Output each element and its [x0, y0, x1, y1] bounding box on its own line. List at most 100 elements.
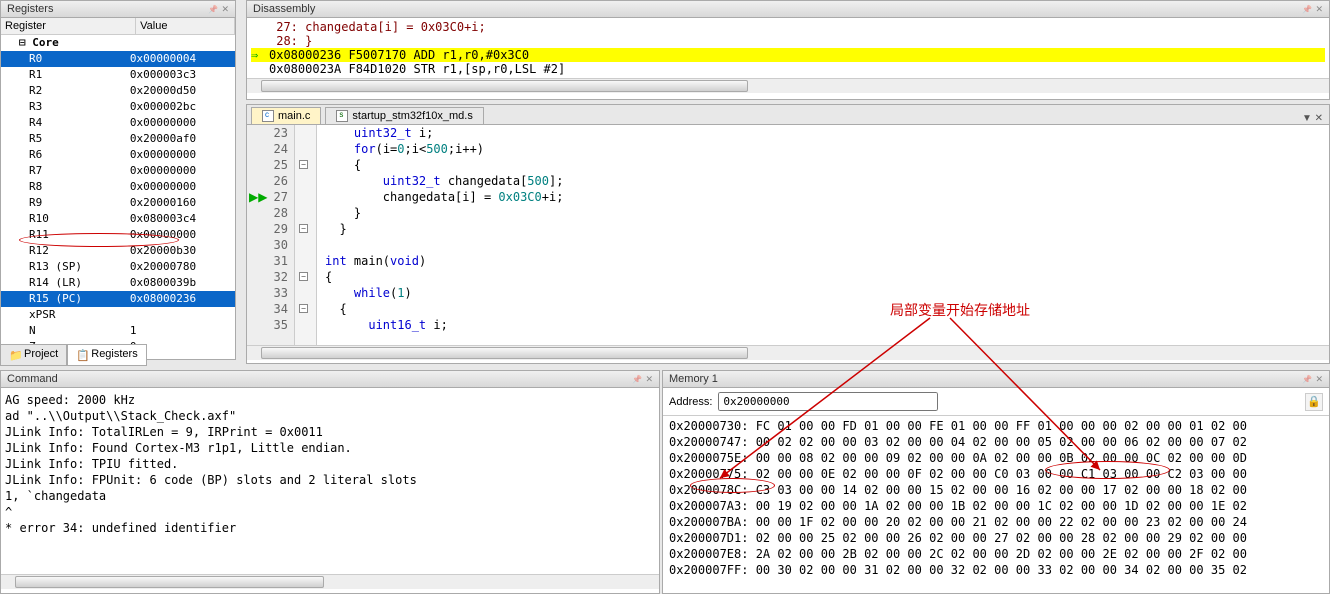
register-row[interactable]: xPSR: [1, 307, 235, 323]
line-number: 27: [247, 189, 294, 205]
command-hscroll[interactable]: [1, 574, 659, 589]
pin-icon[interactable]: [632, 373, 642, 385]
close-icon[interactable]: [1315, 373, 1323, 385]
register-group[interactable]: ⊟ Core: [1, 35, 235, 51]
disasm-line[interactable]: 27: changedata[i] = 0x03C0+i;: [251, 20, 1325, 34]
register-row[interactable]: R110x00000000: [1, 227, 235, 243]
disasm-body[interactable]: 27: changedata[i] = 0x03C0+i; 28: }⇒0x08…: [247, 18, 1329, 78]
tab-dropdown-icon[interactable]: ▼ ✕: [1296, 113, 1329, 124]
line-number-gutter: 23242526272829303132333435: [247, 125, 295, 345]
code-line[interactable]: while(1): [317, 285, 1329, 301]
line-number: 34: [247, 301, 294, 317]
code-area[interactable]: uint32_t i; for(i=0;i<500;i++) { uint32_…: [317, 125, 1329, 345]
pin-icon[interactable]: [1302, 373, 1312, 385]
fold-marker[interactable]: −: [295, 157, 316, 173]
code-line[interactable]: {: [317, 157, 1329, 173]
code-line[interactable]: int main(void): [317, 253, 1329, 269]
scrollbar-thumb[interactable]: [261, 80, 748, 92]
disasm-line[interactable]: ⇒0x08000236 F5007170 ADD r1,r0,#0x3C0: [251, 48, 1325, 62]
fold-marker[interactable]: [295, 141, 316, 157]
register-row[interactable]: R13 (SP)0x20000780: [1, 259, 235, 275]
line-number: 24: [247, 141, 294, 157]
reg-col-value[interactable]: Value: [136, 18, 235, 35]
memory-row[interactable]: 0x200007D1: 02 00 00 25 02 00 00 26 02 0…: [669, 530, 1323, 546]
scrollbar-thumb[interactable]: [261, 347, 748, 359]
register-row[interactable]: R100x080003c4: [1, 211, 235, 227]
line-number: 35: [247, 317, 294, 333]
fold-marker[interactable]: −: [295, 221, 316, 237]
tab-startup-s[interactable]: startup_stm32f10x_md.s: [325, 107, 483, 124]
code-line[interactable]: [317, 237, 1329, 253]
reg-col-register[interactable]: Register: [1, 18, 136, 35]
scrollbar-thumb[interactable]: [15, 576, 324, 588]
fold-marker[interactable]: −: [295, 301, 316, 317]
left-tabs: 📁Project 📋Registers: [0, 344, 147, 366]
fold-marker[interactable]: [295, 253, 316, 269]
pin-icon[interactable]: [208, 3, 218, 15]
tab-registers[interactable]: 📋Registers: [67, 344, 146, 366]
line-number: 23: [247, 125, 294, 141]
registers-panel: Registers Register Value ⊟ CoreR00x00000…: [0, 0, 236, 360]
close-icon[interactable]: [645, 373, 653, 385]
fold-marker[interactable]: [295, 173, 316, 189]
fold-marker[interactable]: −: [295, 269, 316, 285]
code-line[interactable]: {: [317, 301, 1329, 317]
fold-marker[interactable]: [295, 205, 316, 221]
memory-row[interactable]: 0x200007A3: 00 19 02 00 00 1A 02 00 00 1…: [669, 498, 1323, 514]
close-icon[interactable]: [221, 3, 229, 15]
code-line[interactable]: }: [317, 221, 1329, 237]
memory-row[interactable]: 0x20000775: 02 00 00 0E 02 00 00 0F 02 0…: [669, 466, 1323, 482]
fold-marker[interactable]: [295, 285, 316, 301]
memory-row[interactable]: 0x200007FF: 00 30 02 00 00 31 02 00 00 3…: [669, 562, 1323, 578]
memory-row[interactable]: 0x200007E8: 2A 02 00 00 2B 02 00 00 2C 0…: [669, 546, 1323, 562]
source-hscroll[interactable]: [247, 345, 1329, 360]
code-line[interactable]: {: [317, 269, 1329, 285]
memory-address-input[interactable]: [718, 392, 938, 411]
command-line: JLink Info: Found Cortex-M3 r1p1, Little…: [5, 440, 655, 456]
memory-row[interactable]: 0x2000078C: C3 03 00 00 14 02 00 00 15 0…: [669, 482, 1323, 498]
command-body[interactable]: AG speed: 2000 kHzad "..\\Output\\Stack_…: [1, 388, 659, 574]
line-number: 25: [247, 157, 294, 173]
memory-row[interactable]: 0x200007BA: 00 00 1F 02 00 00 20 02 00 0…: [669, 514, 1323, 530]
register-row[interactable]: R80x00000000: [1, 179, 235, 195]
register-row[interactable]: R50x20000af0: [1, 131, 235, 147]
register-row[interactable]: R40x00000000: [1, 115, 235, 131]
tab-project[interactable]: 📁Project: [0, 344, 67, 366]
register-row[interactable]: R30x000002bc: [1, 99, 235, 115]
pin-icon[interactable]: [1302, 3, 1312, 15]
memory-row[interactable]: 0x20000730: FC 01 00 00 FD 01 00 00 FE 0…: [669, 418, 1323, 434]
register-row[interactable]: R70x00000000: [1, 163, 235, 179]
register-row[interactable]: R10x000003c3: [1, 67, 235, 83]
register-row[interactable]: N1: [1, 323, 235, 339]
code-line[interactable]: for(i=0;i<500;i++): [317, 141, 1329, 157]
memory-row[interactable]: 0x20000747: 00 02 02 00 00 03 02 00 00 0…: [669, 434, 1323, 450]
register-row[interactable]: R60x00000000: [1, 147, 235, 163]
close-icon[interactable]: [1315, 3, 1323, 15]
source-tabs: main.c startup_stm32f10x_md.s ▼ ✕: [247, 105, 1329, 125]
register-row[interactable]: R00x00000004: [1, 51, 235, 67]
source-panel: main.c startup_stm32f10x_md.s ▼ ✕ 232425…: [246, 104, 1330, 364]
disasm-line[interactable]: 0x0800023A F84D1020 STR r1,[sp,r0,LSL #2…: [251, 62, 1325, 76]
register-row[interactable]: R20x20000d50: [1, 83, 235, 99]
code-line[interactable]: uint16_t i;: [317, 317, 1329, 333]
code-line[interactable]: changedata[i] = 0x03C0+i;: [317, 189, 1329, 205]
code-line[interactable]: uint32_t i;: [317, 125, 1329, 141]
memory-body[interactable]: 0x20000730: FC 01 00 00 FD 01 00 00 FE 0…: [663, 416, 1329, 580]
code-line[interactable]: uint32_t changedata[500];: [317, 173, 1329, 189]
line-number: 29: [247, 221, 294, 237]
disasm-line[interactable]: 28: }: [251, 34, 1325, 48]
fold-marker[interactable]: [295, 125, 316, 141]
lock-icon[interactable]: 🔒: [1305, 393, 1323, 411]
fold-marker[interactable]: [295, 317, 316, 333]
tab-main-c[interactable]: main.c: [251, 107, 321, 124]
memory-row[interactable]: 0x2000075E: 00 00 08 02 00 00 09 02 00 0…: [669, 450, 1323, 466]
register-row[interactable]: R14 (LR)0x0800039b: [1, 275, 235, 291]
code-line[interactable]: }: [317, 205, 1329, 221]
register-row[interactable]: R120x20000b30: [1, 243, 235, 259]
disasm-hscroll[interactable]: [247, 78, 1329, 93]
register-row[interactable]: R15 (PC)0x08000236: [1, 291, 235, 307]
fold-marker[interactable]: [295, 189, 316, 205]
registers-scroll[interactable]: ⊟ CoreR00x00000004R10x000003c3R20x20000d…: [1, 35, 235, 353]
fold-marker[interactable]: [295, 237, 316, 253]
register-row[interactable]: R90x20000160: [1, 195, 235, 211]
